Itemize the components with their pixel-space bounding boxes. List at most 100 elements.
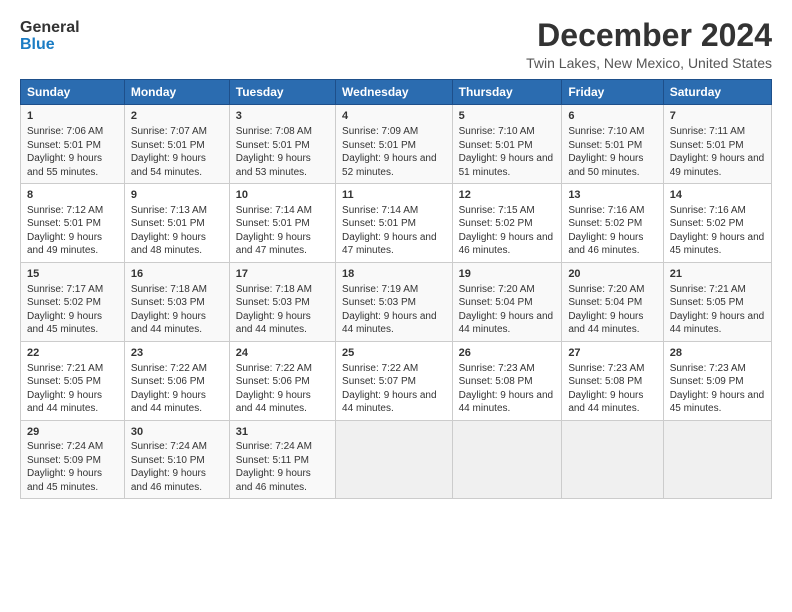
day-number: 3 [236,109,329,124]
calendar-cell: 24Sunrise: 7:22 AMSunset: 5:06 PMDayligh… [229,341,335,420]
day-number: 30 [131,425,223,440]
daylight-label: Daylight: 9 hours and 54 minutes. [131,153,206,178]
col-friday: Friday [562,80,663,105]
daylight-label: Daylight: 9 hours and 44 minutes. [27,390,102,415]
day-number: 23 [131,346,223,361]
sunrise-label: Sunrise: 7:15 AM [459,205,535,216]
sunrise-label: Sunrise: 7:13 AM [131,205,207,216]
daylight-label: Daylight: 9 hours and 44 minutes. [342,311,437,336]
calendar-cell: 2Sunrise: 7:07 AMSunset: 5:01 PMDaylight… [124,105,229,184]
sunset-label: Sunset: 5:09 PM [27,455,101,466]
daylight-label: Daylight: 9 hours and 45 minutes. [670,232,765,257]
sunrise-label: Sunrise: 7:17 AM [27,284,103,295]
daylight-label: Daylight: 9 hours and 44 minutes. [670,311,765,336]
day-number: 9 [131,188,223,203]
calendar-cell: 17Sunrise: 7:18 AMSunset: 5:03 PMDayligh… [229,262,335,341]
sunrise-label: Sunrise: 7:12 AM [27,205,103,216]
daylight-label: Daylight: 9 hours and 46 minutes. [459,232,554,257]
sunset-label: Sunset: 5:01 PM [459,140,533,151]
col-sunday: Sunday [21,80,125,105]
daylight-label: Daylight: 9 hours and 44 minutes. [459,311,554,336]
daylight-label: Daylight: 9 hours and 44 minutes. [236,311,311,336]
sunrise-label: Sunrise: 7:24 AM [27,441,103,452]
day-number: 22 [27,346,118,361]
day-number: 15 [27,267,118,282]
day-number: 25 [342,346,446,361]
title-block: December 2024 Twin Lakes, New Mexico, Un… [526,18,772,71]
day-number: 21 [670,267,765,282]
calendar-cell: 4Sunrise: 7:09 AMSunset: 5:01 PMDaylight… [336,105,453,184]
sunrise-label: Sunrise: 7:18 AM [131,284,207,295]
calendar-cell: 20Sunrise: 7:20 AMSunset: 5:04 PMDayligh… [562,262,663,341]
calendar-cell: 1Sunrise: 7:06 AMSunset: 5:01 PMDaylight… [21,105,125,184]
header-row: Sunday Monday Tuesday Wednesday Thursday… [21,80,772,105]
week-row-2: 8Sunrise: 7:12 AMSunset: 5:01 PMDaylight… [21,184,772,263]
day-number: 31 [236,425,329,440]
day-number: 11 [342,188,446,203]
col-saturday: Saturday [663,80,771,105]
sunrise-label: Sunrise: 7:16 AM [568,205,644,216]
sunset-label: Sunset: 5:03 PM [236,297,310,308]
day-number: 16 [131,267,223,282]
daylight-label: Daylight: 9 hours and 52 minutes. [342,153,437,178]
calendar-cell: 11Sunrise: 7:14 AMSunset: 5:01 PMDayligh… [336,184,453,263]
daylight-label: Daylight: 9 hours and 55 minutes. [27,153,102,178]
day-number: 27 [568,346,656,361]
calendar-cell [663,420,771,499]
sunrise-label: Sunrise: 7:22 AM [342,363,418,374]
sunset-label: Sunset: 5:01 PM [27,140,101,151]
sunrise-label: Sunrise: 7:24 AM [236,441,312,452]
calendar-cell [562,420,663,499]
daylight-label: Daylight: 9 hours and 45 minutes. [670,390,765,415]
calendar-table: Sunday Monday Tuesday Wednesday Thursday… [20,79,772,499]
daylight-label: Daylight: 9 hours and 50 minutes. [568,153,643,178]
sunset-label: Sunset: 5:10 PM [131,455,205,466]
calendar-cell: 7Sunrise: 7:11 AMSunset: 5:01 PMDaylight… [663,105,771,184]
daylight-label: Daylight: 9 hours and 44 minutes. [568,311,643,336]
sunrise-label: Sunrise: 7:06 AM [27,126,103,137]
sunset-label: Sunset: 5:04 PM [568,297,642,308]
sunset-label: Sunset: 5:03 PM [342,297,416,308]
daylight-label: Daylight: 9 hours and 48 minutes. [131,232,206,257]
col-tuesday: Tuesday [229,80,335,105]
sunset-label: Sunset: 5:01 PM [236,218,310,229]
week-row-5: 29Sunrise: 7:24 AMSunset: 5:09 PMDayligh… [21,420,772,499]
sunset-label: Sunset: 5:06 PM [236,376,310,387]
day-number: 24 [236,346,329,361]
day-number: 4 [342,109,446,124]
sunrise-label: Sunrise: 7:16 AM [670,205,746,216]
day-number: 17 [236,267,329,282]
calendar-cell: 29Sunrise: 7:24 AMSunset: 5:09 PMDayligh… [21,420,125,499]
sunset-label: Sunset: 5:01 PM [27,218,101,229]
sunrise-label: Sunrise: 7:14 AM [342,205,418,216]
day-number: 14 [670,188,765,203]
daylight-label: Daylight: 9 hours and 44 minutes. [236,390,311,415]
calendar-cell: 8Sunrise: 7:12 AMSunset: 5:01 PMDaylight… [21,184,125,263]
sunrise-label: Sunrise: 7:23 AM [568,363,644,374]
sunrise-label: Sunrise: 7:10 AM [568,126,644,137]
calendar-cell: 22Sunrise: 7:21 AMSunset: 5:05 PMDayligh… [21,341,125,420]
calendar-cell: 25Sunrise: 7:22 AMSunset: 5:07 PMDayligh… [336,341,453,420]
calendar-cell: 30Sunrise: 7:24 AM Sunset: 5:10 PM Dayligh… [124,420,229,499]
daylight-label: Daylight: 9 hours and 46 minutes. [131,468,206,493]
day-number: 28 [670,346,765,361]
calendar-cell: 6Sunrise: 7:10 AMSunset: 5:01 PMDaylight… [562,105,663,184]
sunrise-label: Sunrise: 7:10 AM [459,126,535,137]
sunrise-label: Sunrise: 7:11 AM [670,126,745,137]
sunrise-label: Sunrise: 7:21 AM [670,284,746,295]
calendar-cell: 10Sunrise: 7:14 AMSunset: 5:01 PMDayligh… [229,184,335,263]
day-number: 26 [459,346,556,361]
sunrise-label: Sunrise: 7:09 AM [342,126,418,137]
week-row-1: 1Sunrise: 7:06 AMSunset: 5:01 PMDaylight… [21,105,772,184]
sunset-label: Sunset: 5:08 PM [568,376,642,387]
daylight-label: Daylight: 9 hours and 44 minutes. [568,390,643,415]
calendar-cell: 18Sunrise: 7:19 AMSunset: 5:03 PMDayligh… [336,262,453,341]
week-row-4: 22Sunrise: 7:21 AMSunset: 5:05 PMDayligh… [21,341,772,420]
day-number: 12 [459,188,556,203]
sunset-label: Sunset: 5:01 PM [342,218,416,229]
day-number: 13 [568,188,656,203]
main-title: December 2024 [526,18,772,53]
sunrise-label: Sunrise: 7:24 AM [131,441,207,452]
sunrise-label: Sunrise: 7:20 AM [568,284,644,295]
calendar-cell: 19Sunrise: 7:20 AMSunset: 5:04 PMDayligh… [452,262,562,341]
